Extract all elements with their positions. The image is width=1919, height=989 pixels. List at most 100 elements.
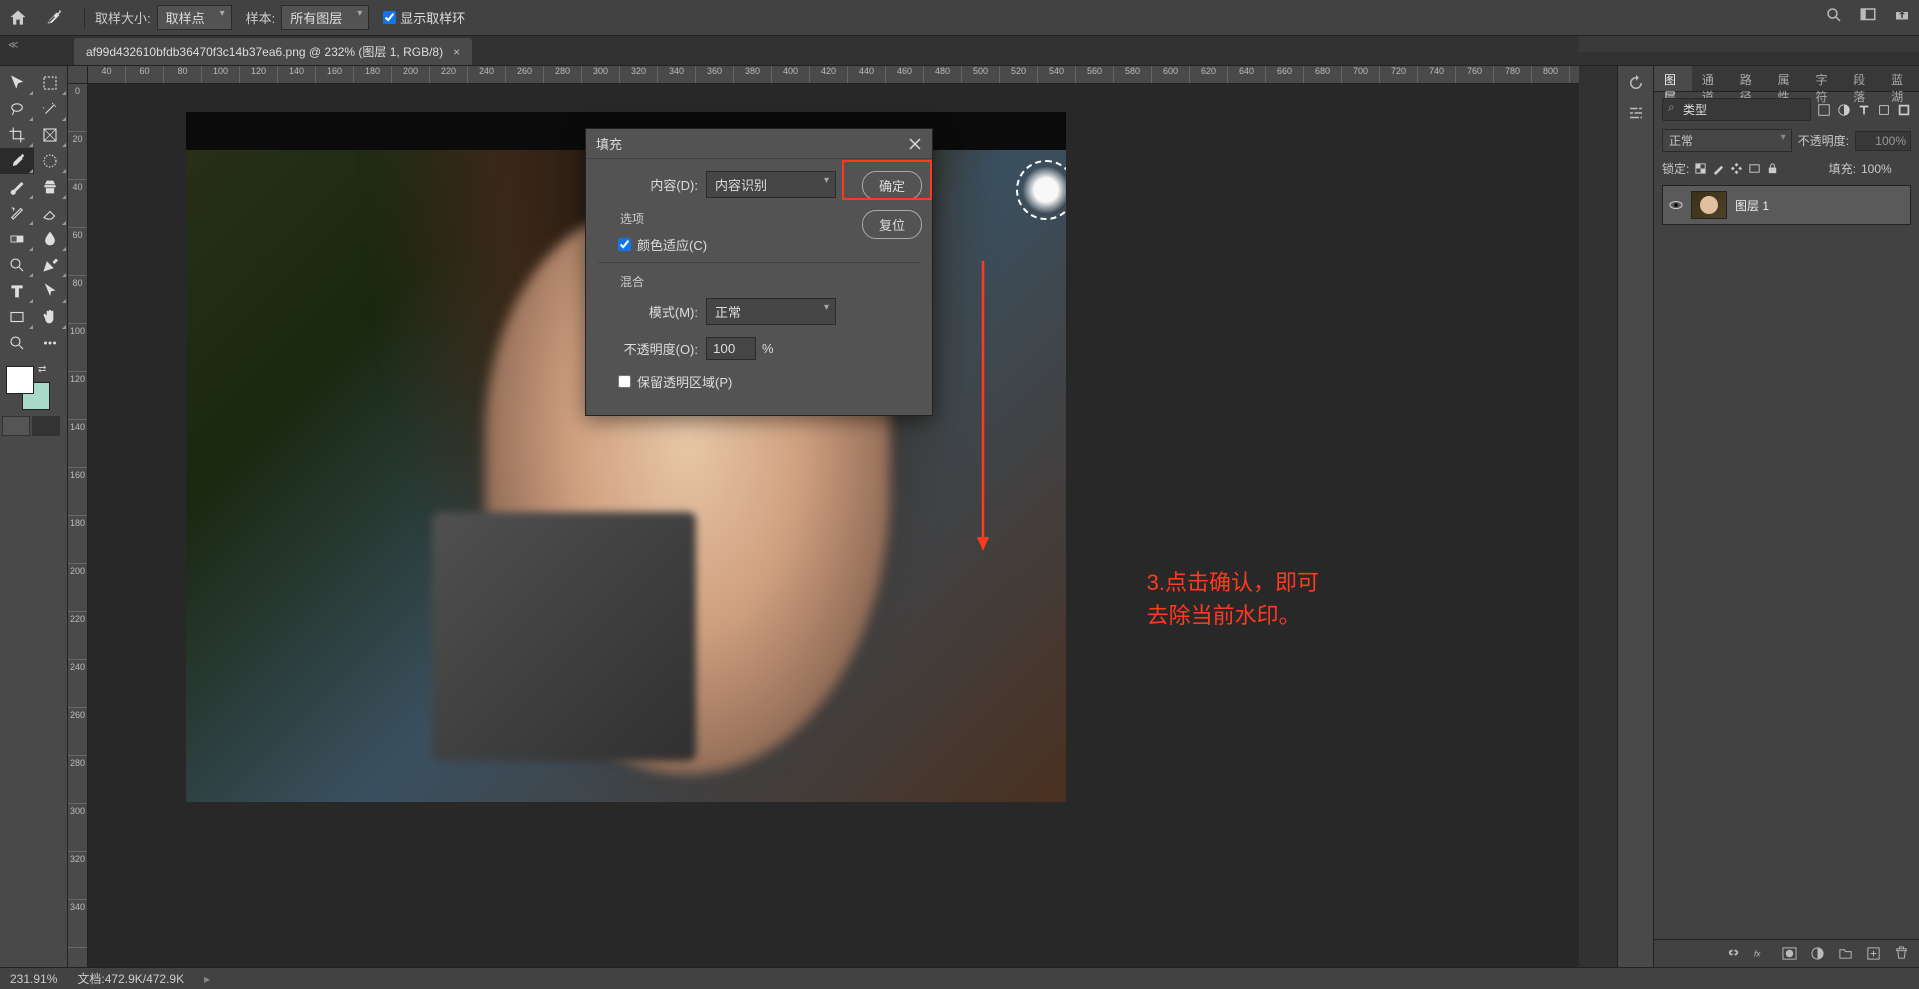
svg-text:fx: fx [1754,950,1761,959]
eyedropper-tool[interactable] [0,148,34,174]
sample-label: 样本: [246,8,276,27]
home-icon[interactable] [8,8,28,28]
dodge-tool[interactable] [0,252,34,278]
link-layers-icon[interactable] [1726,946,1741,961]
panel-tab-3[interactable]: 属性 [1768,66,1806,91]
close-icon[interactable] [908,137,922,151]
history-brush-tool[interactable] [0,200,34,226]
fx-icon[interactable]: fx [1754,946,1769,961]
sample-dropdown[interactable]: 所有图层 [281,5,369,30]
content-label: 内容(D): [598,175,698,194]
mask-icon[interactable] [1782,946,1797,961]
eyedropper-icon[interactable] [42,7,64,29]
fill-dialog: 填充 内容(D): 内容识别 选项 颜色适应(C) 混合 模式(M): 正常 不… [585,128,933,416]
type-tool[interactable] [0,278,34,304]
adjustments-panel-icon[interactable] [1627,104,1645,122]
panel-tab-2[interactable]: 路径 [1730,66,1768,91]
healing-brush-tool[interactable] [34,148,68,174]
hand-tool[interactable] [34,304,68,330]
sample-size-dropdown[interactable]: 取样点 [157,5,232,30]
opacity-input[interactable] [706,337,756,360]
panel-tab-5[interactable]: 段落 [1843,66,1881,91]
magic-wand-tool[interactable] [34,96,68,122]
panel-tab-4[interactable]: 字符 [1805,66,1843,91]
tab-scroll-handle[interactable]: ≪ [8,40,18,51]
filter-smart-icon[interactable] [1897,103,1911,117]
layer-row[interactable]: 图层 1 [1662,185,1911,225]
vertical-ruler[interactable]: 0204060801001201401601802002202402602803… [68,84,88,967]
gradient-tool[interactable] [0,226,34,252]
tools-panel: ⇄ [0,66,68,967]
foreground-color[interactable] [6,366,34,394]
lock-all-icon[interactable] [1766,162,1779,175]
opacity-panel-label: 不透明度: [1798,132,1849,149]
color-swatches[interactable]: ⇄ [4,364,62,412]
lock-label: 锁定: [1662,160,1689,177]
close-tab-icon[interactable]: × [453,45,460,59]
panel-tab-6[interactable]: 蓝湖 [1881,66,1919,91]
blend-mode-dropdown[interactable]: 正常 [1662,129,1792,152]
collapsed-panel-dock [1618,66,1654,967]
fill-panel-label: 填充: [1829,160,1856,177]
panel-collapse-bar [1579,36,1919,52]
frame-tool[interactable] [34,122,68,148]
layer-fill-input[interactable]: 100% [1861,162,1911,176]
new-layer-icon[interactable] [1866,946,1881,961]
lasso-tool[interactable] [0,96,34,122]
search-icon[interactable] [1825,6,1843,24]
opacity-unit: % [762,341,774,356]
lock-pixels-icon[interactable] [1694,162,1707,175]
visibility-icon[interactable] [1669,198,1683,212]
filter-pixel-icon[interactable] [1817,103,1831,117]
edit-toolbar[interactable] [34,330,68,356]
swap-colors-icon[interactable]: ⇄ [38,364,46,375]
zoom-tool[interactable] [0,330,34,356]
lock-brush-icon[interactable] [1712,162,1725,175]
eraser-tool[interactable] [34,200,68,226]
layer-filter-dropdown[interactable]: 类型 [1662,98,1811,121]
panel-tab-1[interactable]: 通道 [1692,66,1730,91]
preserve-transparency-checkbox[interactable]: 保留透明区域(P) [598,372,920,391]
move-tool[interactable] [0,70,34,96]
zoom-level[interactable]: 231.91% [10,972,57,986]
layer-opacity-input[interactable]: 100% [1855,131,1911,151]
filter-shape-icon[interactable] [1877,103,1891,117]
lock-artboard-icon[interactable] [1748,162,1761,175]
marquee-tool[interactable] [34,70,68,96]
layer-name[interactable]: 图层 1 [1735,197,1769,214]
content-dropdown[interactable]: 内容识别 [706,171,836,198]
document-tab[interactable]: af99d432610bfdb36470f3c14b37ea6.png @ 23… [74,38,472,65]
mode-dropdown[interactable]: 正常 [706,298,836,325]
brush-tool[interactable] [0,174,34,200]
status-more-icon[interactable]: ▸ [204,972,210,986]
filter-adjustment-icon[interactable] [1837,103,1851,117]
options-bar: 取样大小: 取样点 样本: 所有图层 显示取样环 [0,0,1919,36]
screen-mode[interactable] [2,416,67,436]
annotation-arrow [973,261,1003,561]
reset-button[interactable]: 复位 [862,210,922,239]
rectangle-tool[interactable] [0,304,34,330]
blur-tool[interactable] [34,226,68,252]
clone-stamp-tool[interactable] [34,174,68,200]
pen-tool[interactable] [34,252,68,278]
history-panel-icon[interactable] [1627,74,1645,92]
panel-tab-0[interactable]: 图层 [1654,66,1692,91]
doc-size[interactable]: 文档:472.9K/472.9K [77,970,184,987]
group-icon[interactable] [1838,946,1853,961]
dialog-titlebar[interactable]: 填充 [586,129,932,159]
crop-tool[interactable] [0,122,34,148]
layer-thumbnail[interactable] [1691,191,1727,219]
path-selection-tool[interactable] [34,278,68,304]
sample-size-label: 取样大小: [95,8,151,27]
ok-button[interactable]: 确定 [862,171,922,200]
horizontal-ruler[interactable]: 4060801001201401601802002202402602803003… [88,66,1579,84]
workspace-icon[interactable] [1859,6,1877,24]
share-icon[interactable] [1893,6,1911,24]
delete-layer-icon[interactable] [1894,946,1909,961]
adjustment-layer-icon[interactable] [1810,946,1825,961]
show-sampling-ring-checkbox[interactable]: 显示取样环 [383,8,465,27]
ruler-origin[interactable] [68,66,88,84]
lock-position-icon[interactable] [1730,162,1743,175]
filter-type-icon[interactable] [1857,103,1871,117]
dialog-title: 填充 [596,134,908,153]
